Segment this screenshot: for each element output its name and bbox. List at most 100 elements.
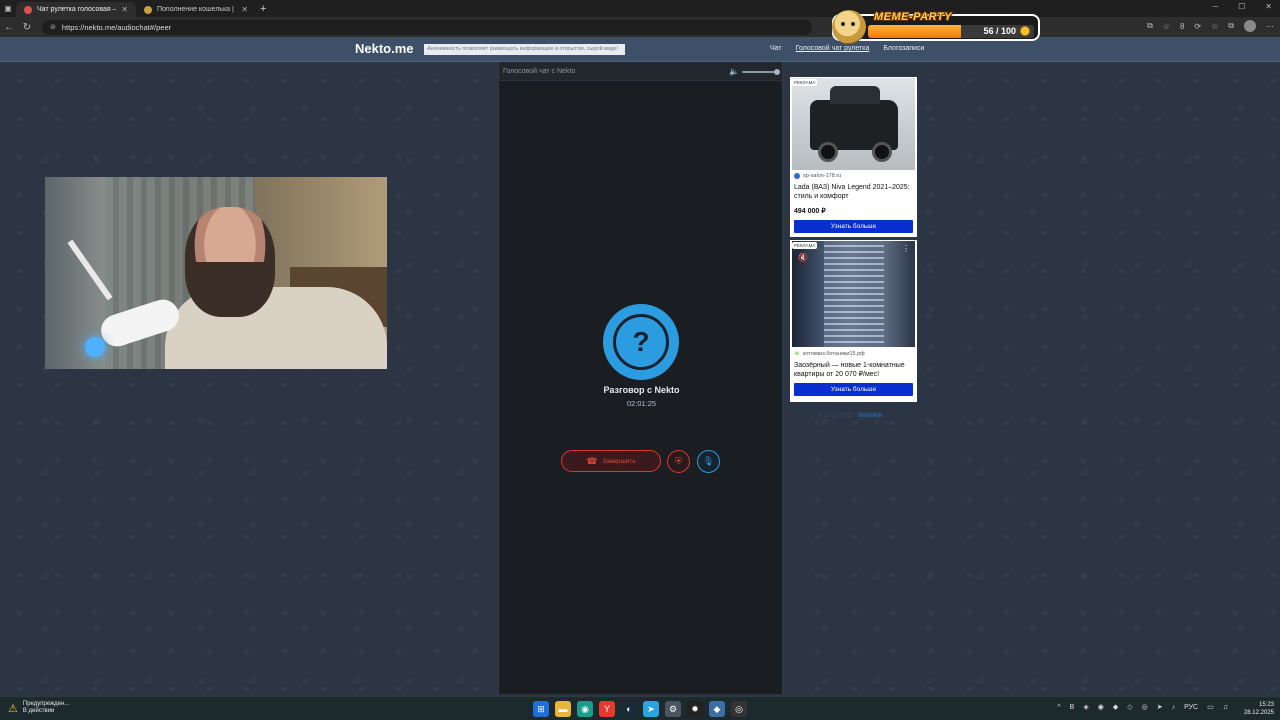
ad-cta-button[interactable]: Узнать больше <box>794 383 913 396</box>
obs-icon[interactable]: ◆ <box>709 701 725 717</box>
recorder-icon[interactable]: ◎ <box>731 701 747 717</box>
tab-title: Чат рулетка голосовая — Н <box>37 6 116 13</box>
telegram-icon[interactable]: ➤ <box>643 701 659 717</box>
browser-tab-active[interactable]: Чат рулетка голосовая — Н ✕ <box>16 2 136 17</box>
more-options-icon[interactable]: ⋮ <box>902 244 910 253</box>
tray-app-icon[interactable]: B <box>1070 704 1075 711</box>
volume-icon[interactable]: ♫ <box>1223 704 1228 711</box>
end-call-label: Завершить <box>602 457 636 465</box>
end-call-button[interactable]: ☎ Завершить <box>561 450 661 472</box>
shield-icon: ⛨ <box>675 456 682 466</box>
browser-tab[interactable]: Пополнение кошелька | Dragon ✕ <box>136 2 256 17</box>
bookmark-star-icon[interactable]: ☆ <box>1163 22 1170 31</box>
call-timer: 02:01:25 <box>626 399 657 408</box>
tray-telegram-icon[interactable]: ➤ <box>1157 703 1163 711</box>
nav-chat[interactable]: Чат <box>770 45 782 52</box>
voice-chat-panel: Голосовой чат с Nekto 🔈 ? Разговор с Nek… <box>498 62 783 694</box>
ad-label: РЕКЛАМА <box>792 79 818 86</box>
ad-card[interactable]: 🔇 ⋮ РЕКЛАМА ✳ котоквиз.ботаники15.рф Зао… <box>790 240 917 402</box>
ad-source-text: котоквиз.ботаники15.рф <box>802 351 865 357</box>
meme-party-title: MEME-PARTY <box>874 11 952 23</box>
ad-headline[interactable]: Lada (ВАЗ) Niva Legend 2021–2025: стиль … <box>794 183 914 201</box>
sidebar-toggle-icon[interactable]: ▣ <box>0 1 16 16</box>
close-tab-icon[interactable]: ✕ <box>121 5 128 14</box>
language-indicator[interactable]: РУС <box>1184 704 1198 711</box>
back-icon[interactable]: ← <box>0 22 18 33</box>
settings-icon[interactable]: ⚙ <box>665 701 681 717</box>
site-tagline: Анонимность позволяет размещать информац… <box>424 44 625 55</box>
ad-headline[interactable]: Заозёрный — новые 1-комнатные квартиры о… <box>794 361 914 379</box>
edge-icon[interactable]: ◉ <box>577 701 593 717</box>
toolbar-actions: ⧉ ☆ 8 ⟳ ☆ ⧉ ⋯ <box>1147 20 1274 32</box>
nekto-favicon-icon <box>24 5 32 14</box>
hang-up-icon: ☎ <box>586 455 598 466</box>
volume-knob[interactable] <box>774 68 780 75</box>
profile-avatar[interactable] <box>1244 20 1256 32</box>
site-info-icon[interactable]: ⊜ <box>50 23 56 31</box>
footer-link[interactable]: NektoMe <box>858 413 882 419</box>
yandex-browser-icon[interactable]: Y <box>599 701 615 717</box>
question-mark-icon: ? <box>613 314 669 370</box>
volume-slider[interactable] <box>742 68 780 75</box>
nav-voice-roulette[interactable]: Голосовой чат рулетка <box>796 45 870 52</box>
extensions-icon[interactable]: ⟳ <box>1194 22 1201 31</box>
conversation-title: Разговор с Nekto <box>603 385 680 395</box>
system-tray: ^ B ◈ ◉ ◆ ◇ ◎ ➤ ♪ РУС ▭ ♫ <box>1057 703 1228 712</box>
close-tab-icon[interactable]: ✕ <box>241 5 248 14</box>
address-bar[interactable]: ⊜ https://nekto.me/audiochat#/peer <box>42 19 812 35</box>
meme-party-widget: MEME-PARTY 56 / 100 <box>832 10 1040 44</box>
favorites-icon[interactable]: ☆ <box>1211 22 1218 31</box>
tray-app-icon[interactable]: ◆ <box>1113 703 1118 711</box>
network-icon[interactable]: ▭ <box>1207 703 1214 711</box>
steam-icon[interactable]: ◐ <box>621 701 637 717</box>
panel-title: Голосовой чат с Nekto <box>503 67 576 75</box>
start-icon[interactable]: ⊞ <box>533 701 549 717</box>
new-tab-icon[interactable]: + <box>260 3 266 15</box>
webcam-feed <box>45 177 387 369</box>
mic-toggle-button[interactable]: 🎙 <box>697 450 720 473</box>
tray-chevron-icon[interactable]: ^ <box>1057 704 1060 711</box>
minimize-icon[interactable]: ─ <box>1212 2 1218 11</box>
speaker-icon[interactable]: 🔈 <box>729 67 739 76</box>
site-footer: © 2011-2025 NektoMe <box>818 413 882 419</box>
site-logo[interactable]: Nekto.me <box>355 41 414 56</box>
reader-icon[interactable]: ⧉ <box>1147 21 1153 31</box>
ad-card[interactable]: РЕКЛАМА sp-salon-178.ru Lada (ВАЗ) Niva … <box>790 77 917 237</box>
url-text: https://nekto.me/audiochat#/peer <box>61 22 172 32</box>
app-icon[interactable]: ✸ <box>687 701 703 717</box>
warning-widget[interactable]: ⚠ Предупрежден... В действии <box>8 701 69 715</box>
mic-light <box>85 337 105 357</box>
report-button[interactable]: ⛨ <box>667 450 690 473</box>
mute-icon[interactable]: 🔇 <box>798 253 808 262</box>
footer-copyright: © 2011-2025 <box>818 413 853 419</box>
windows-taskbar: ⚠ Предупрежден... В действии ⊞ ▬ ◉ Y ◐ ➤… <box>0 696 1280 720</box>
system-clock[interactable]: 15:23 28.12.2025 <box>1244 701 1274 717</box>
tray-app-icon[interactable]: ◉ <box>1098 703 1104 711</box>
extension-count[interactable]: 8 <box>1180 22 1184 31</box>
ad-source[interactable]: sp-salon-178.ru <box>794 173 841 179</box>
tray-mic-icon[interactable]: ♪ <box>1172 704 1176 711</box>
ad-source[interactable]: ✳ котоквиз.ботаники15.рф <box>794 350 865 358</box>
close-window-icon[interactable]: ✕ <box>1265 2 1272 11</box>
ad-image-building[interactable]: 🔇 ⋮ <box>792 241 915 347</box>
ad-price: 494 000 ₽ <box>794 208 826 215</box>
file-explorer-icon[interactable]: ▬ <box>555 701 571 717</box>
collections-icon[interactable]: ⧉ <box>1228 21 1234 31</box>
tray-app-icon[interactable]: ◈ <box>1083 703 1088 711</box>
ad-cta-button[interactable]: Узнать больше <box>794 220 913 233</box>
taskbar-apps: ⊞ ▬ ◉ Y ◐ ➤ ⚙ ✸ ◆ ◎ <box>533 701 747 717</box>
tray-app-icon[interactable]: ◎ <box>1142 703 1148 711</box>
warning-subtitle: В действии <box>22 708 55 714</box>
doge-icon <box>832 10 866 44</box>
meme-progress-fill <box>868 25 961 38</box>
nav-blog[interactable]: Блогозаписи <box>883 45 924 52</box>
reload-icon[interactable]: ↻ <box>18 22 36 33</box>
tray-app-icon[interactable]: ◇ <box>1127 703 1132 711</box>
source-favicon-icon <box>794 173 800 179</box>
ad-image-car[interactable] <box>792 78 915 170</box>
volume-control[interactable]: 🔈 <box>729 67 780 76</box>
menu-icon[interactable]: ⋯ <box>1266 22 1274 31</box>
coin-icon <box>1020 26 1030 36</box>
maximize-icon[interactable]: ☐ <box>1238 2 1245 11</box>
microphone-icon: 🎙 <box>702 456 715 466</box>
